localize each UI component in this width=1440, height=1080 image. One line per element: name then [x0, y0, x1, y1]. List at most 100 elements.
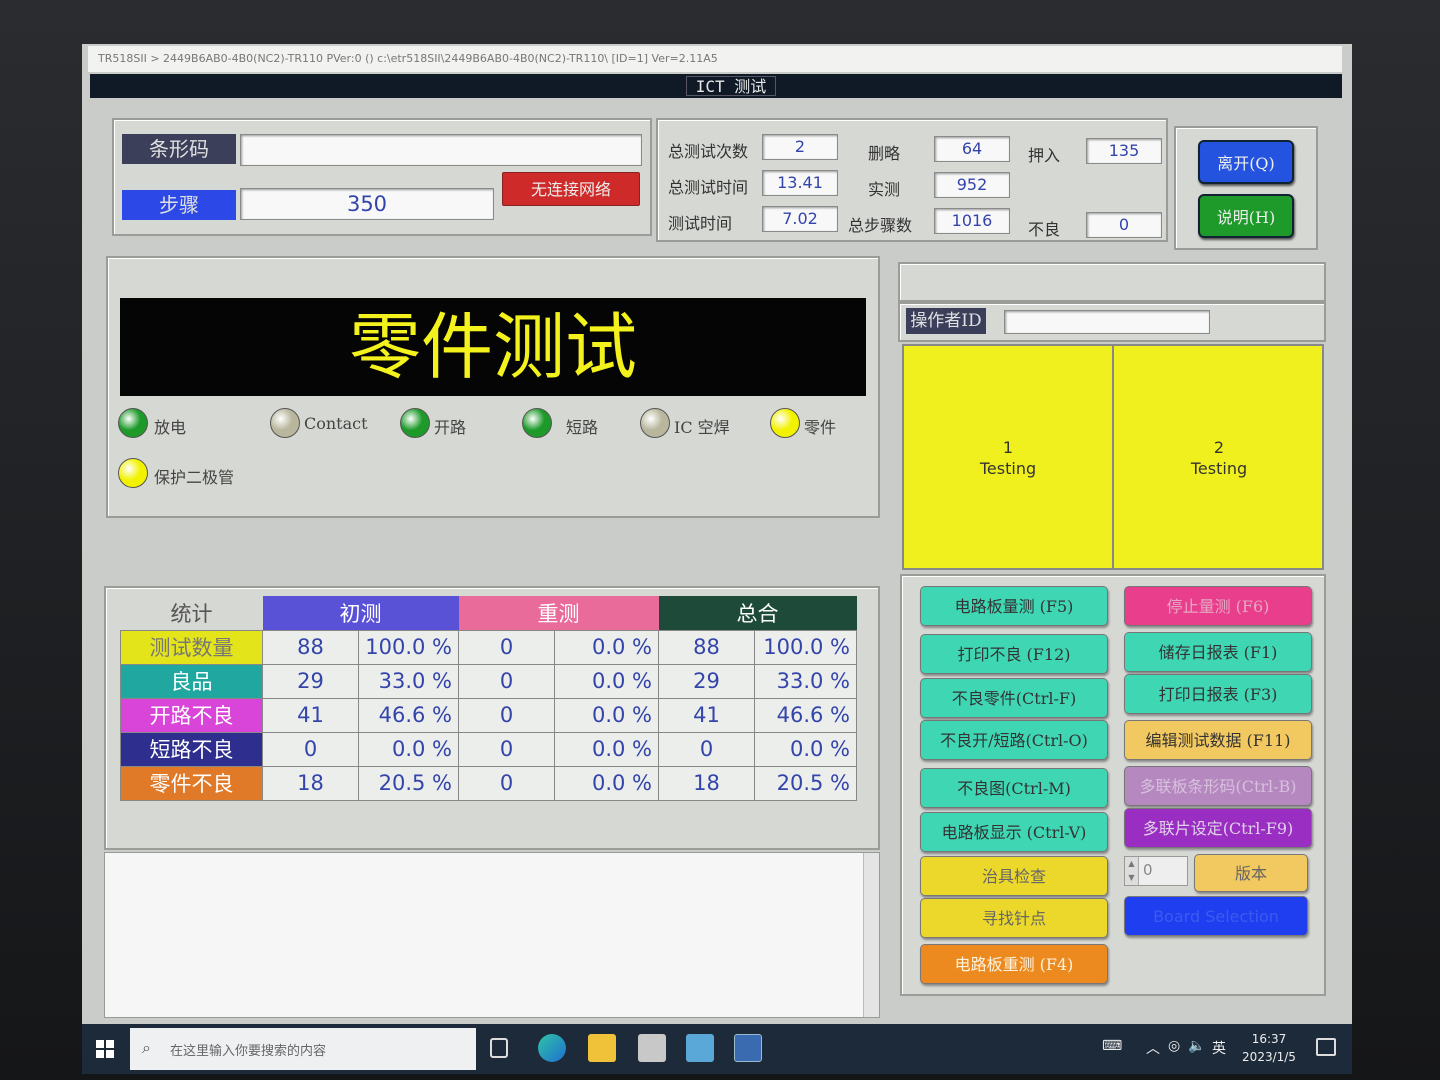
total-tests-value: 2: [762, 134, 838, 160]
board-retest-button[interactable]: 电路板重测 (F4): [920, 944, 1108, 984]
counters-panel: 总测试次数 2 总测试时间 13.41 测试时间 7.02 删略 64 实测 9…: [656, 118, 1168, 242]
stats-cell-p1: 20.5 %: [358, 765, 459, 801]
stepper-arrows[interactable]: ▲ ▼: [1125, 857, 1139, 885]
edit-test-data-button[interactable]: 编辑测试数据 (F11): [1124, 720, 1312, 760]
stats-cell-v3: 18: [658, 765, 755, 801]
stats-cell-v3: 88: [658, 629, 755, 665]
stats-cell-v1: 41: [262, 697, 359, 733]
file-explorer-icon[interactable]: [588, 1034, 616, 1062]
app-icon[interactable]: [686, 1034, 714, 1062]
print-defect-button[interactable]: 打印不良 (F12): [920, 634, 1108, 674]
volume-icon[interactable]: 🔈: [1188, 1038, 1205, 1054]
operator-id-label: 操作者ID: [906, 308, 986, 334]
no-network-button[interactable]: 无连接网络: [502, 172, 640, 206]
led-4-label: 短路: [566, 418, 599, 437]
tri-app-icon[interactable]: [734, 1034, 762, 1062]
stop-measure-button[interactable]: 停止量测 (F6): [1124, 586, 1312, 626]
panel-count-stepper[interactable]: ▲ ▼ 0: [1124, 856, 1188, 886]
stats-cell-v2: 0: [458, 765, 555, 801]
fixture-check-button[interactable]: 治具检查: [920, 856, 1108, 896]
multi-panel-setup-button[interactable]: 多联片设定(Ctrl-F9): [1124, 808, 1312, 848]
led-5-icon: [640, 408, 670, 438]
stats-cell-v2: 0: [458, 629, 555, 665]
find-pin-button[interactable]: 寻找针点: [920, 898, 1108, 938]
retest-header: 重测: [458, 596, 659, 630]
clock[interactable]: 16:37 2023/1/5: [1234, 1030, 1304, 1066]
status-banner: 零件测试: [120, 298, 866, 396]
stats-cell-p2: 0.0 %: [554, 731, 659, 767]
ime-indicator[interactable]: 英: [1212, 1038, 1226, 1058]
led-3-label: 开路: [434, 418, 467, 437]
stats-cell-v3: 0: [658, 731, 755, 767]
save-daily-report-button[interactable]: 储存日报表 (F1): [1124, 632, 1312, 672]
stats-cell-p1: 33.0 %: [358, 663, 459, 699]
chevron-up-icon[interactable]: ︿: [1146, 1038, 1160, 1058]
stats-cell-p3: 20.5 %: [754, 765, 857, 801]
board-status-area: 1 Testing 2 Testing: [902, 344, 1324, 570]
help-button[interactable]: 说明(H): [1198, 194, 1294, 238]
stats-cell-v2: 0: [458, 731, 555, 767]
skip-label: 删略: [868, 144, 901, 163]
operator-top-panel: [898, 262, 1326, 302]
led-5-label: IC 空焊: [674, 418, 730, 437]
stats-table: 统计 初测 重测 总合 测试数量 88 100.0 % 0 0.0 % 88 100.0 %…: [120, 596, 857, 801]
test-time-label: 测试时间: [668, 214, 733, 233]
stats-cell-p2: 0.0 %: [554, 663, 659, 699]
side-button-panel: 离开(Q) 说明(H): [1174, 126, 1318, 250]
board-selection-button[interactable]: Board Selection: [1124, 896, 1308, 936]
led-7-label: 保护二极管: [154, 468, 235, 487]
search-placeholder: 在这里输入你要搜索的内容: [170, 1044, 327, 1059]
stats-row: 测试数量 88 100.0 % 0 0.0 % 88 100.0 %: [120, 629, 857, 665]
board-2-tile[interactable]: 2 Testing: [1116, 346, 1322, 568]
operator-id-input[interactable]: [1004, 310, 1210, 334]
barcode-input[interactable]: [240, 134, 642, 166]
press-label: 押入: [1028, 146, 1061, 165]
exit-button[interactable]: 离开(Q): [1198, 140, 1294, 184]
stats-row: 开路不良 41 46.6 % 0 0.0 % 41 46.6 %: [120, 697, 857, 733]
windows-taskbar: ⌕ 在这里输入你要搜索的内容 ⌨ ︿ ◎ 🔈 英 16:37 2023/1/5: [82, 1024, 1352, 1074]
defect-map-button[interactable]: 不良图(Ctrl-M): [920, 768, 1108, 808]
multi-board-barcode-button[interactable]: 多联板条形码(Ctrl-B): [1124, 766, 1312, 806]
stats-cell-p2: 0.0 %: [554, 629, 659, 665]
log-scrollbar[interactable]: [863, 853, 879, 1017]
board-display-button[interactable]: 电路板显示 (Ctrl-V): [920, 812, 1108, 852]
log-area[interactable]: [104, 852, 880, 1018]
version-button[interactable]: 版本: [1194, 854, 1308, 892]
stats-cell-v1: 29: [262, 663, 359, 699]
first-test-header: 初测: [262, 596, 459, 630]
clock-date: 2023/1/5: [1242, 1050, 1296, 1064]
board-1-tile[interactable]: 1 Testing: [904, 346, 1114, 568]
stats-header: 统计: [170, 601, 213, 626]
window-titlebar: TR518SII > 2449B6AB0-4B0(NC2)-TR110 PVer…: [88, 46, 1342, 72]
led-6-label: 零件: [804, 418, 837, 437]
edge-browser-icon[interactable]: [538, 1034, 566, 1062]
barcode-label: 条形码: [122, 134, 236, 164]
stats-cell-p3: 33.0 %: [754, 663, 857, 699]
stats-cell-p1: 46.6 %: [358, 697, 459, 733]
total-header: 总合: [658, 596, 857, 630]
print-daily-report-button[interactable]: 打印日报表 (F3): [1124, 674, 1312, 714]
stats-cell-p3: 100.0 %: [754, 629, 857, 665]
step-value: 350: [240, 188, 494, 220]
defect-open-short-button[interactable]: 不良开/短路(Ctrl-O): [920, 720, 1108, 760]
board-2-number: 2: [1213, 438, 1225, 457]
led-1-label: 放电: [154, 418, 187, 437]
keyboard-icon[interactable]: ⌨: [1102, 1038, 1122, 1054]
stats-row-label: 测试数量: [120, 629, 263, 665]
total-steps-label: 总步骤数: [848, 216, 913, 235]
led-6-icon: [770, 408, 800, 438]
screen: TR518SII > 2449B6AB0-4B0(NC2)-TR110 PVer…: [82, 44, 1352, 1074]
stats-row: 零件不良 18 20.5 % 0 0.0 % 18 20.5 %: [120, 765, 857, 801]
task-view-icon[interactable]: [490, 1038, 508, 1058]
measured-value: 952: [934, 172, 1010, 198]
stats-cell-v1: 0: [262, 731, 359, 767]
store-icon[interactable]: [638, 1034, 666, 1062]
search-icon: ⌕: [142, 1038, 151, 1057]
taskbar-search-box[interactable]: ⌕ 在这里输入你要搜索的内容: [130, 1028, 476, 1070]
board-measure-button[interactable]: 电路板量测 (F5): [920, 586, 1108, 626]
notification-icon[interactable]: [1316, 1038, 1336, 1056]
network-icon[interactable]: ◎: [1168, 1038, 1180, 1054]
total-tests-label: 总测试次数: [668, 142, 749, 161]
windows-start-icon[interactable]: [96, 1040, 114, 1058]
defect-parts-button[interactable]: 不良零件(Ctrl-F): [920, 678, 1108, 718]
